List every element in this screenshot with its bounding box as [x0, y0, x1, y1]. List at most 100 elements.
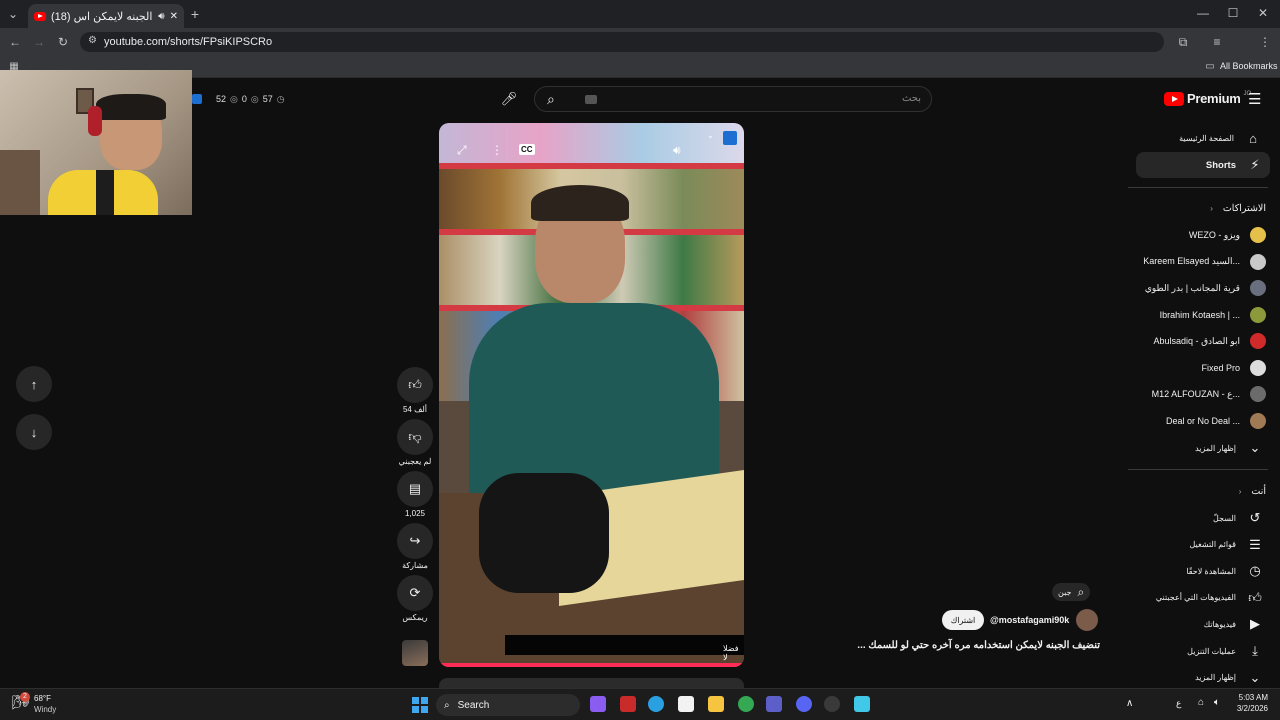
sidebar-item-shorts[interactable]: Shorts ⚡︎: [1136, 152, 1270, 178]
sidebar-you-item[interactable]: الفيديوهات التي أعجبتني 👍︎: [1136, 585, 1266, 611]
youtube-logo[interactable]: Premium JO: [1164, 91, 1251, 106]
tab-search-icon[interactable]: ⌄: [6, 7, 20, 21]
speaker-icon[interactable]: 🔈︎: [1214, 697, 1220, 708]
temperature[interactable]: 68°F: [34, 694, 51, 703]
extension-badge-icon[interactable]: [723, 131, 737, 145]
you-header[interactable]: › أنت: [1136, 478, 1266, 504]
app-icon-3[interactable]: [854, 696, 870, 712]
keyboard-language[interactable]: ع: [1176, 698, 1181, 709]
search-chip[interactable]: جبن ⌕: [1052, 583, 1091, 601]
clock-time[interactable]: 5:03 AM: [1234, 693, 1268, 702]
file-explorer-icon[interactable]: [708, 696, 724, 712]
youtube-logo-icon: [1164, 91, 1184, 106]
discord-icon[interactable]: [796, 696, 812, 712]
sidebar-you-item[interactable]: السجلّ ↺: [1136, 505, 1266, 531]
dropdown-icon[interactable]: ⌄: [707, 131, 714, 140]
site-info-icon[interactable]: ⚙︎: [88, 35, 97, 46]
sidebar-you-item[interactable]: المشاهدة لاحقًا ◷: [1136, 558, 1266, 584]
sidebar-item-home[interactable]: الصفحة الرئيسية ⌂: [1136, 125, 1266, 151]
sidebar-you-item[interactable]: إظهار المزيد ⌄: [1136, 665, 1266, 691]
shirt-stripe: [96, 170, 114, 215]
edge-icon[interactable]: [648, 696, 664, 712]
clock-date[interactable]: 3/2/2026: [1230, 704, 1268, 713]
subscriptions-title: الاشتراكات: [1222, 202, 1266, 214]
thumbs-down-icon: 👎︎: [408, 429, 422, 444]
address-bar[interactable]: ⚙︎ youtube.com/shorts/FPsiKIPSCRo: [80, 32, 1164, 52]
browser-tab[interactable]: (18) تنضيف الجبنه لايمكن اس 🔊︎ ✕: [28, 4, 184, 28]
notepad-icon[interactable]: [678, 696, 694, 712]
back-icon[interactable]: ←: [8, 35, 22, 49]
forward-icon[interactable]: →: [32, 35, 46, 49]
sidebar-you-item[interactable]: عمليات التنزيل ⤓: [1136, 638, 1266, 664]
next-short-button[interactable]: ↓: [16, 414, 52, 450]
captions-button[interactable]: CC: [519, 144, 535, 155]
search-icon[interactable]: ⌕: [547, 91, 555, 108]
network-icon[interactable]: ⌂: [1198, 697, 1204, 708]
channel-avatar-icon: [1250, 333, 1266, 349]
volume-icon[interactable]: 🔊︎: [673, 143, 681, 158]
channel-handle[interactable]: @mostafagami90k: [990, 615, 1069, 625]
video-title[interactable]: تنضيف الجبنه لايمكن استخدامه مره آخره حت…: [780, 640, 1100, 651]
sidebar-subscription-item[interactable]: Abulsadiq - ابو الصادق: [1136, 328, 1266, 354]
show-more-subscriptions[interactable]: إظهار المزيد ⌄: [1136, 435, 1266, 461]
previous-short-button[interactable]: ↑: [16, 366, 52, 402]
all-bookmarks-link[interactable]: All Bookmarks: [1220, 61, 1278, 71]
teams-icon[interactable]: [766, 696, 782, 712]
subscription-name: WEZO - ويزو: [1188, 229, 1240, 240]
chrome-icon[interactable]: [738, 696, 754, 712]
sidebar-you-item[interactable]: فيديوهاتك ▶: [1136, 611, 1266, 637]
subscription-name: قرية المجانب | بدر الطوي: [1144, 282, 1240, 293]
menu-icon[interactable]: ☰: [1248, 90, 1261, 108]
short-video-player[interactable]: ⤢ ⋮ CC 🔊︎ ⌄ فضلا لا: [439, 123, 744, 667]
search-input[interactable]: ⌕ بحث: [534, 86, 932, 112]
you-item-label: إظهار المزيد: [1195, 673, 1236, 683]
more-options-icon[interactable]: ⋮: [491, 143, 503, 157]
progress-bar[interactable]: [439, 663, 744, 667]
sidebar-subscription-item[interactable]: M12 ALFOUZAN - ع...: [1136, 381, 1266, 407]
playlists-icon: ☰: [1249, 536, 1261, 552]
close-window-button[interactable]: ✕: [1256, 6, 1270, 20]
sidebar-subscription-item[interactable]: قرية المجانب | بدر الطوي: [1136, 275, 1266, 301]
tab-strip: ⌄ (18) تنضيف الجبنه لايمكن اس 🔊︎ ✕ + — ☐…: [0, 0, 1280, 28]
reading-list-icon[interactable]: ≡: [1210, 35, 1224, 49]
maximize-button[interactable]: ☐: [1226, 6, 1240, 20]
reload-icon[interactable]: ↻: [56, 35, 70, 49]
tab-close-icon[interactable]: ✕: [170, 11, 178, 22]
app-icon-2[interactable]: [620, 696, 636, 712]
subscribe-button[interactable]: اشتراك: [942, 610, 984, 630]
channel-avatar[interactable]: [1076, 609, 1098, 631]
dislike-button[interactable]: 👎︎: [397, 419, 433, 455]
voice-search-icon[interactable]: 🎤︎: [498, 88, 520, 110]
like-button[interactable]: 👍︎: [397, 367, 433, 403]
weather-badge: 2: [20, 692, 30, 702]
subscriptions-header[interactable]: › الاشتراكات: [1136, 195, 1266, 221]
sound-thumbnail[interactable]: [402, 640, 428, 666]
new-tab-button[interactable]: +: [188, 6, 202, 22]
chrome-menu-icon[interactable]: ⋮: [1258, 35, 1272, 49]
start-icon[interactable]: [412, 697, 428, 713]
extensions-icon[interactable]: ⧉: [1176, 35, 1190, 49]
sidebar-subscription-item[interactable]: Ibrahim Kotaesh | ...: [1136, 302, 1266, 328]
next-short-preview[interactable]: [439, 678, 744, 688]
sidebar-you-item[interactable]: قوائم التشغيل ☰: [1136, 532, 1266, 558]
gloved-hand: [479, 473, 609, 593]
tray-chevron-icon[interactable]: ∧: [1126, 698, 1133, 709]
expand-icon[interactable]: ⤢: [457, 143, 467, 158]
taskbar-search[interactable]: ⌕ Search: [436, 694, 580, 716]
app-icon-1[interactable]: [590, 696, 606, 712]
comments-button[interactable]: ▤: [397, 471, 433, 507]
extension-icon[interactable]: [192, 94, 202, 104]
search-keyboard-icon[interactable]: [585, 95, 597, 104]
obs-icon[interactable]: [824, 696, 840, 712]
tab-audio-icon[interactable]: 🔊︎: [158, 11, 164, 22]
divider-2: [1128, 469, 1268, 470]
minimize-button[interactable]: —: [1196, 6, 1210, 20]
remix-button[interactable]: ⟳: [397, 575, 433, 611]
sidebar-subscription-item[interactable]: WEZO - ويزو: [1136, 222, 1266, 248]
arrow-down-icon: ↓: [30, 424, 38, 440]
sidebar-subscription-item[interactable]: Kareem Elsayed السيد...: [1136, 249, 1266, 275]
share-button[interactable]: ↪︎: [397, 523, 433, 559]
you-item-label: المشاهدة لاحقًا: [1186, 566, 1236, 576]
sidebar-subscription-item[interactable]: Fixed Pro: [1136, 355, 1266, 381]
sidebar-subscription-item[interactable]: Deal or No Deal ...: [1136, 408, 1266, 434]
